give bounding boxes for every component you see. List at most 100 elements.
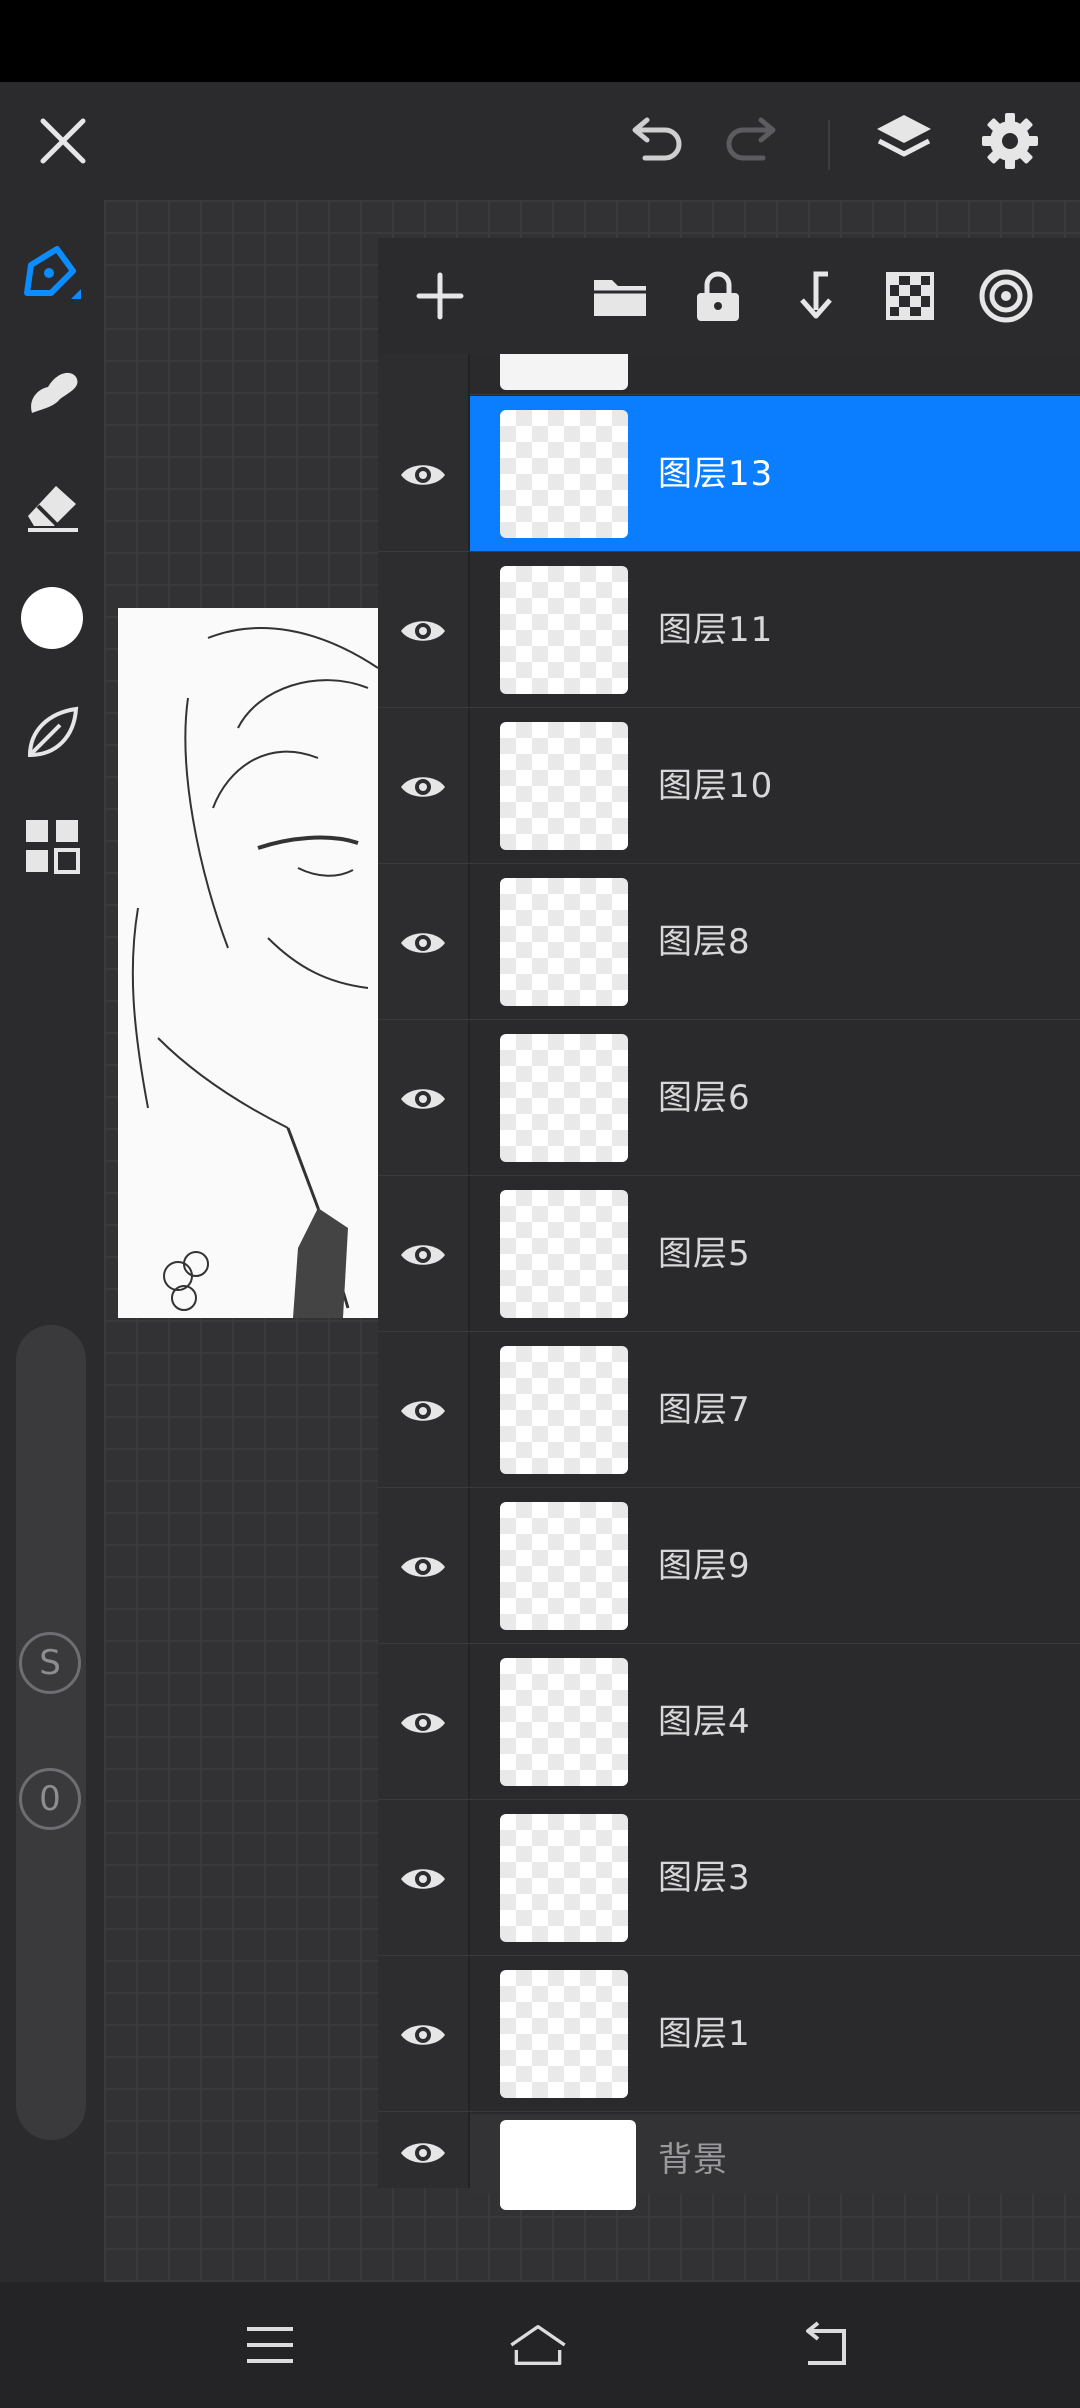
layer-thumbnail <box>500 410 628 538</box>
layer-thumbnail <box>500 722 628 850</box>
transparency-button[interactable] <box>880 266 940 326</box>
layer-content: 图层10 <box>470 708 1080 863</box>
layer-thumbnail <box>500 566 628 694</box>
eye-icon[interactable] <box>398 1698 448 1748</box>
background-layer-name: 背景 <box>658 2140 728 2180</box>
layer-name: 图层5 <box>658 1234 751 1274</box>
layer-thumbnail <box>500 1502 628 1630</box>
eye-icon[interactable] <box>398 1386 448 1436</box>
close-button[interactable] <box>30 108 96 174</box>
layer-name: 图层10 <box>658 766 774 806</box>
layer-row[interactable]: 图层9 <box>378 1488 1080 1644</box>
background-layer-row[interactable]: 背景 <box>378 2114 1080 2210</box>
layer-row[interactable]: 图层5 <box>378 1176 1080 1332</box>
eraser-tool[interactable] <box>16 468 88 540</box>
merge-down-button[interactable] <box>784 266 844 326</box>
eye-icon[interactable] <box>398 1542 448 1592</box>
brush-slider[interactable] <box>16 1325 86 2140</box>
transparency-icon <box>886 272 934 320</box>
layer-content: 图层3 <box>470 1800 1080 1955</box>
add-layer-button[interactable] <box>410 266 470 326</box>
layers-panel-header <box>378 238 1080 354</box>
layer-thumbnail <box>500 878 628 1006</box>
layer-row[interactable]: 图层11 <box>378 552 1080 708</box>
size-slider-handle[interactable]: S <box>19 1632 81 1694</box>
leaf-tool[interactable] <box>16 697 88 769</box>
eye-icon[interactable] <box>398 918 448 968</box>
color-swatch <box>21 587 83 649</box>
undo-button[interactable] <box>620 108 690 174</box>
layer-row[interactable]: 图层10 <box>378 708 1080 864</box>
eye-icon[interactable] <box>398 2128 448 2178</box>
layer-content: 图层6 <box>470 1020 1080 1175</box>
layer-row[interactable]: 图层8 <box>378 864 1080 1020</box>
layers-button[interactable] <box>868 106 940 176</box>
nav-home-button[interactable] <box>508 2320 568 2370</box>
close-icon <box>40 118 86 164</box>
left-toolbar: S 0 <box>0 200 104 2282</box>
layer-content: 图层11 <box>470 552 1080 707</box>
nav-back-button[interactable] <box>794 2320 854 2370</box>
eye-icon[interactable] <box>398 450 448 500</box>
eye-icon[interactable] <box>398 2010 448 2060</box>
nav-menu-button[interactable] <box>240 2320 300 2370</box>
eye-icon[interactable] <box>398 1854 448 1904</box>
layer-row[interactable]: 图层13 <box>378 396 1080 552</box>
opacity-slider-handle[interactable]: 0 <box>19 1768 81 1830</box>
lock-button[interactable] <box>688 266 748 326</box>
background-layer-content: 背景 <box>470 2114 1080 2210</box>
eye-icon[interactable] <box>398 1074 448 1124</box>
redo-button[interactable] <box>718 108 788 174</box>
layer-content: 图层9 <box>470 1488 1080 1643</box>
layer-name: 图层8 <box>658 922 751 962</box>
layer-row[interactable]: 图层4 <box>378 1644 1080 1800</box>
layer-content: 图层5 <box>470 1176 1080 1331</box>
target-icon <box>979 269 1033 323</box>
layer-content: 图层1 <box>470 1956 1080 2111</box>
brush-tool[interactable] <box>16 240 88 312</box>
layer-name: 图层11 <box>658 610 774 650</box>
settings-icon <box>982 113 1038 169</box>
layers-panel: 图层13 图层11 图层10 图层8 图层6 图层5 图层7 图层9 图层4 图层3 图层1 背景 <box>378 238 1080 2210</box>
eye-icon[interactable] <box>398 762 448 812</box>
layer-name: 图层7 <box>658 1390 751 1430</box>
layer-row[interactable]: 图层1 <box>378 1956 1080 2112</box>
eraser-icon <box>28 486 78 532</box>
layer-row[interactable]: 图层7 <box>378 1332 1080 1488</box>
eye-icon[interactable] <box>398 606 448 656</box>
layer-name: 图层1 <box>658 2014 751 2054</box>
leaf-icon <box>27 706 79 758</box>
layer-name: 图层3 <box>658 1858 751 1898</box>
status-bar <box>0 0 1080 82</box>
settings-button[interactable] <box>974 106 1046 176</box>
folder-button[interactable] <box>590 266 650 326</box>
layer-thumbnail <box>500 1970 628 2098</box>
gallery-tool[interactable] <box>16 810 88 882</box>
top-bar <box>0 82 1080 212</box>
layer-thumbnail <box>500 1190 628 1318</box>
gallery-icon <box>26 820 80 874</box>
eye-icon[interactable] <box>398 1230 448 1280</box>
back-icon <box>806 2321 846 2365</box>
layer-name: 图层4 <box>658 1702 751 1742</box>
layer-content: 图层4 <box>470 1644 1080 1799</box>
layer-thumbnail <box>500 1658 628 1786</box>
folder-icon <box>594 280 646 316</box>
opacity-slider-label: 0 <box>39 1779 61 1819</box>
layer-row[interactable]: 图层6 <box>378 1020 1080 1176</box>
brush-icon <box>24 246 81 299</box>
layer-thumbnail <box>500 354 628 390</box>
layer-thumbnail <box>500 2120 636 2210</box>
color-picker[interactable] <box>16 582 88 654</box>
layer-thumbnail <box>500 1346 628 1474</box>
smudge-tool[interactable] <box>16 355 88 427</box>
add-icon <box>416 272 464 320</box>
lock-icon <box>697 271 739 321</box>
layer-name: 图层6 <box>658 1078 751 1118</box>
layer-row[interactable]: 图层3 <box>378 1800 1080 1956</box>
toolbar-divider <box>828 120 830 170</box>
menu-icon <box>247 2327 293 2363</box>
target-button[interactable] <box>976 266 1036 326</box>
system-nav-bar <box>0 2282 1080 2408</box>
undo-icon <box>632 117 682 161</box>
